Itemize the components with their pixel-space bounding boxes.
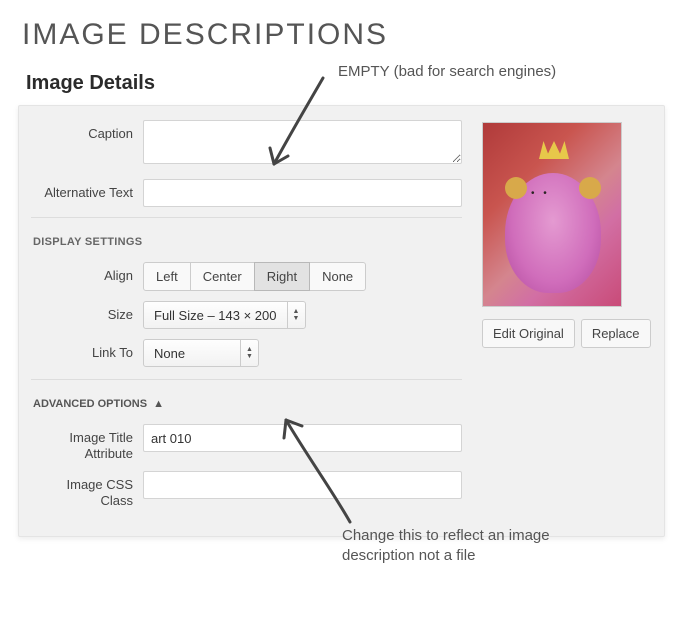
link-to-select[interactable]: None ▲▼ bbox=[143, 339, 259, 367]
align-center-button[interactable]: Center bbox=[190, 262, 255, 291]
align-button-group: Left Center Right None bbox=[143, 262, 366, 291]
stepper-arrows-icon: ▲▼ bbox=[240, 340, 258, 366]
size-select[interactable]: Full Size – 143 × 200 ▲▼ bbox=[143, 301, 306, 329]
display-settings-heading: DISPLAY SETTINGS bbox=[31, 217, 462, 262]
link-to-label: Link To bbox=[31, 339, 143, 361]
stepper-arrows-icon: ▲▼ bbox=[287, 302, 305, 328]
image-css-class-label: Image CSS Class bbox=[31, 471, 143, 508]
edit-original-button[interactable]: Edit Original bbox=[482, 319, 575, 348]
align-none-button[interactable]: None bbox=[309, 262, 366, 291]
link-to-select-value: None bbox=[144, 340, 240, 366]
size-select-value: Full Size – 143 × 200 bbox=[144, 302, 287, 328]
panel-title: Image Details bbox=[18, 66, 665, 105]
alt-text-input[interactable] bbox=[143, 179, 462, 207]
size-label: Size bbox=[31, 301, 143, 323]
image-title-attr-label: Image Title Attribute bbox=[31, 424, 143, 461]
align-left-button[interactable]: Left bbox=[143, 262, 191, 291]
align-right-button[interactable]: Right bbox=[254, 262, 310, 291]
image-preview-thumbnail: • • bbox=[482, 122, 622, 307]
image-details-panel: Caption Alternative Text DISPLAY SETTING… bbox=[18, 105, 665, 537]
image-css-class-input[interactable] bbox=[143, 471, 462, 499]
caret-up-icon: ▲ bbox=[153, 398, 164, 410]
align-label: Align bbox=[31, 262, 143, 284]
page-title: IMAGE DESCRIPTIONS bbox=[0, 0, 679, 66]
caption-input[interactable] bbox=[143, 120, 462, 164]
advanced-options-label: ADVANCED OPTIONS bbox=[33, 398, 147, 410]
alt-text-label: Alternative Text bbox=[31, 179, 143, 201]
replace-button[interactable]: Replace bbox=[581, 319, 651, 348]
image-title-attr-input[interactable] bbox=[143, 424, 462, 452]
advanced-options-toggle[interactable]: ADVANCED OPTIONS ▲ bbox=[31, 379, 462, 424]
caption-label: Caption bbox=[31, 120, 143, 142]
